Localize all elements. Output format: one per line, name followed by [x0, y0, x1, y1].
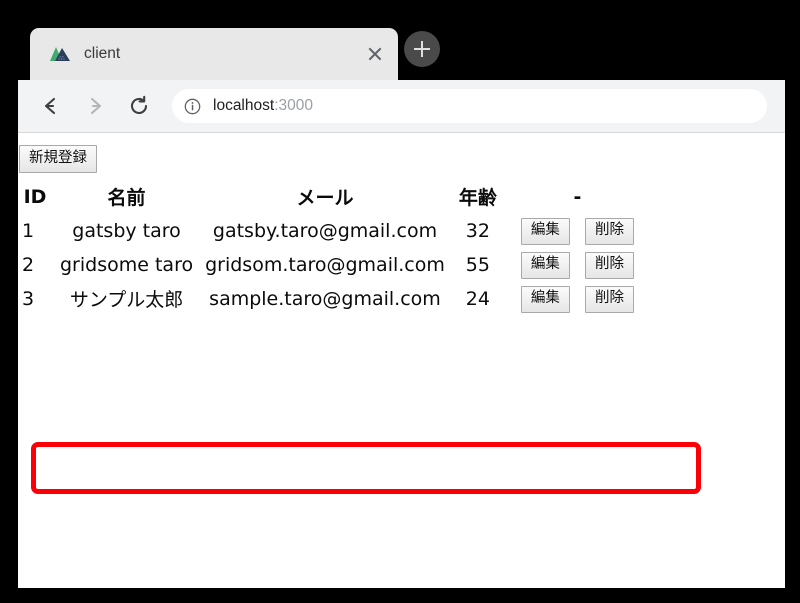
edit-button[interactable]: 編集	[520, 285, 570, 313]
cell-name: gridsome taro	[60, 253, 194, 276]
red-highlight-annotation	[31, 442, 701, 494]
cell-id: 1	[22, 219, 35, 242]
delete-button[interactable]: 削除	[584, 218, 634, 245]
url-text: localhost:3000	[213, 97, 313, 115]
table-row: 2 gridsome taro gridsom.taro@gmail.com 5…	[18, 248, 638, 282]
screenshot-root: client localhost:3000 新規登録 ID 名前 メール 年齢 …	[0, 0, 800, 603]
user-table: ID 名前 メール 年齢 - 1 gatsby taro gatsby.taro…	[18, 181, 638, 316]
cell-email: sample.taro@gmail.com	[209, 287, 441, 310]
info-icon[interactable]	[184, 98, 201, 115]
cell-actions: 編集 削除	[507, 214, 638, 248]
forward-arrow-icon	[78, 89, 112, 123]
url-host: localhost	[213, 97, 275, 114]
close-icon[interactable]	[362, 41, 388, 67]
page-viewport: 新規登録 ID 名前 メール 年齢 - 1 gatsby taro gatsby…	[18, 133, 785, 588]
column-header-age: 年齢	[458, 187, 497, 209]
browser-window: client localhost:3000 新規登録 ID 名前 メール 年齢 …	[18, 0, 785, 588]
back-arrow-icon[interactable]	[34, 89, 68, 123]
cell-email: gridsom.taro@gmail.com	[205, 253, 445, 276]
new-register-button[interactable]: 新規登録	[19, 145, 97, 173]
cell-age: 24	[465, 287, 490, 310]
cell-actions: 編集 削除	[507, 248, 638, 282]
edit-button[interactable]: 編集	[520, 251, 570, 279]
new-tab-button[interactable]	[404, 31, 440, 67]
column-header-id: ID	[23, 185, 47, 208]
delete-button[interactable]: 削除	[584, 285, 634, 313]
table-row: 3 サンプル太郎 sample.taro@gmail.com 24 編集 削除	[18, 282, 638, 316]
cell-email: gatsby.taro@gmail.com	[212, 219, 438, 242]
column-header-email: メール	[296, 187, 354, 209]
browser-tab-client[interactable]: client	[30, 28, 398, 80]
reload-icon[interactable]	[122, 89, 156, 123]
cell-actions: 編集 削除	[507, 282, 638, 316]
table-row: 1 gatsby taro gatsby.taro@gmail.com 32 編…	[18, 214, 638, 248]
table-header-row: ID 名前 メール 年齢 -	[18, 181, 638, 214]
gatsby-mountain-favicon	[50, 45, 70, 63]
tab-strip: client	[18, 0, 785, 80]
cell-id: 3	[22, 287, 35, 310]
column-header-actions: -	[573, 185, 582, 208]
cell-age: 32	[465, 219, 490, 242]
cell-age: 55	[465, 253, 490, 276]
cell-id: 2	[22, 253, 35, 276]
edit-button[interactable]: 編集	[520, 218, 570, 245]
cell-name: サンプル太郎	[69, 289, 184, 312]
browser-toolbar: localhost:3000	[18, 80, 785, 133]
cell-name: gatsby taro	[72, 219, 181, 242]
url-port: :3000	[274, 97, 313, 114]
column-header-name: 名前	[107, 187, 146, 209]
address-bar[interactable]: localhost:3000	[172, 89, 767, 123]
delete-button[interactable]: 削除	[584, 251, 634, 279]
tab-title: client	[84, 45, 121, 62]
